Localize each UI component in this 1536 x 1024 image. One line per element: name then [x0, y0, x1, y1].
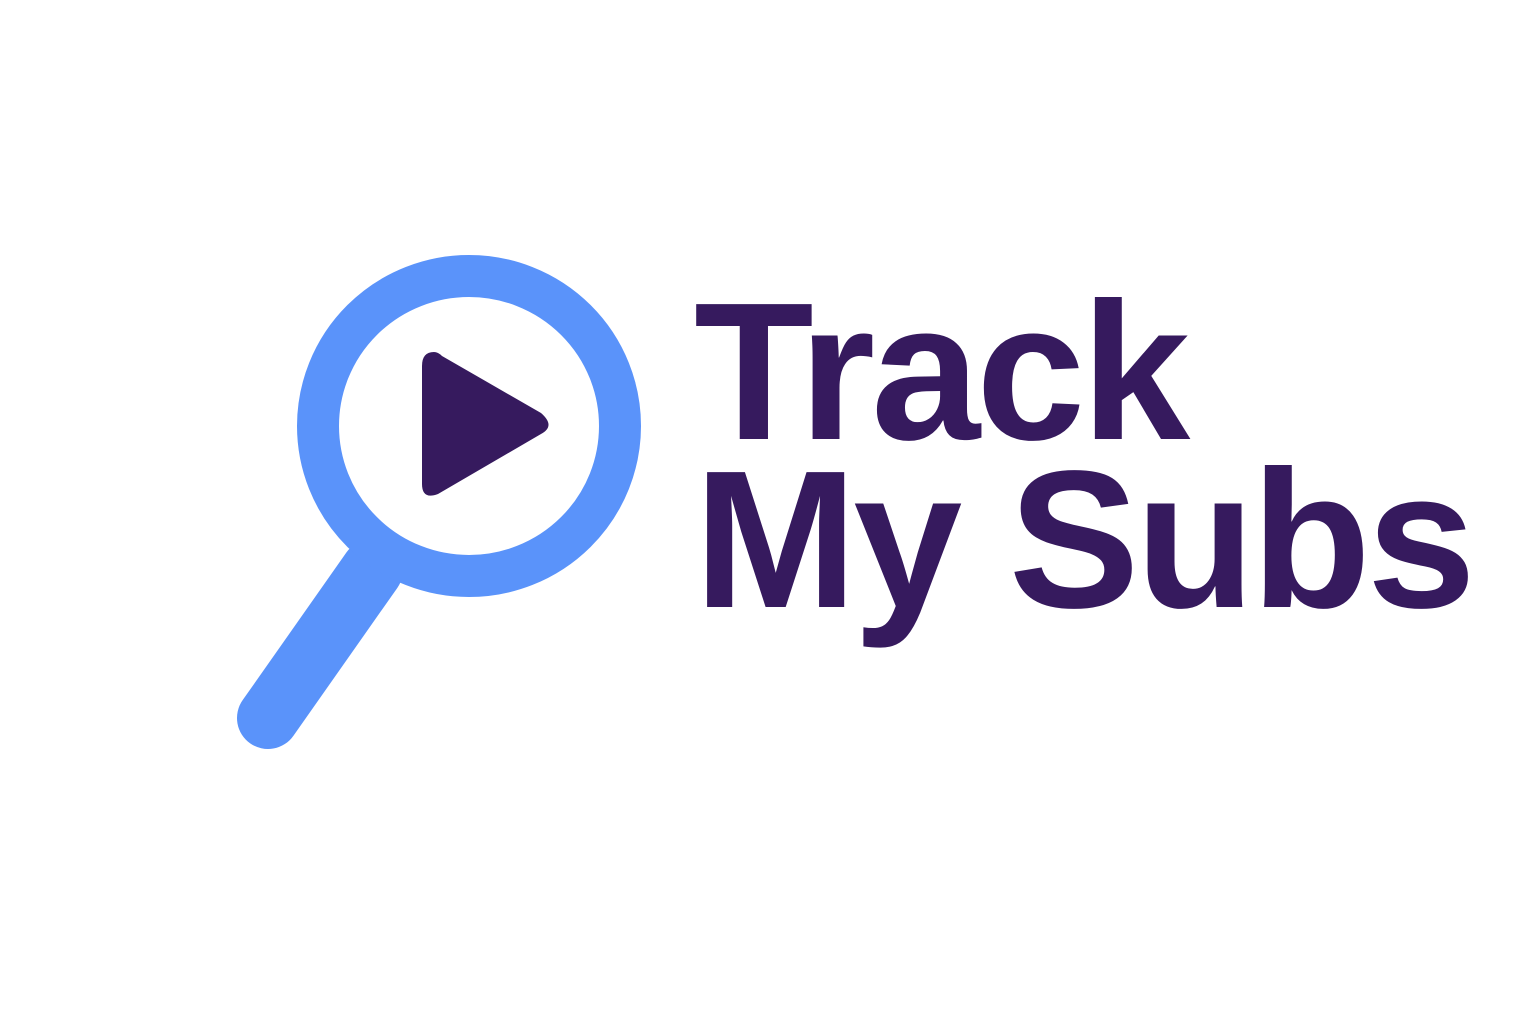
brand-line-2: My Subs	[694, 430, 1476, 649]
logo-canvas: Track My Subs	[0, 0, 1536, 1024]
magnifier-handle	[237, 539, 403, 749]
brand-wordmark: Track My Subs	[694, 274, 1476, 649]
